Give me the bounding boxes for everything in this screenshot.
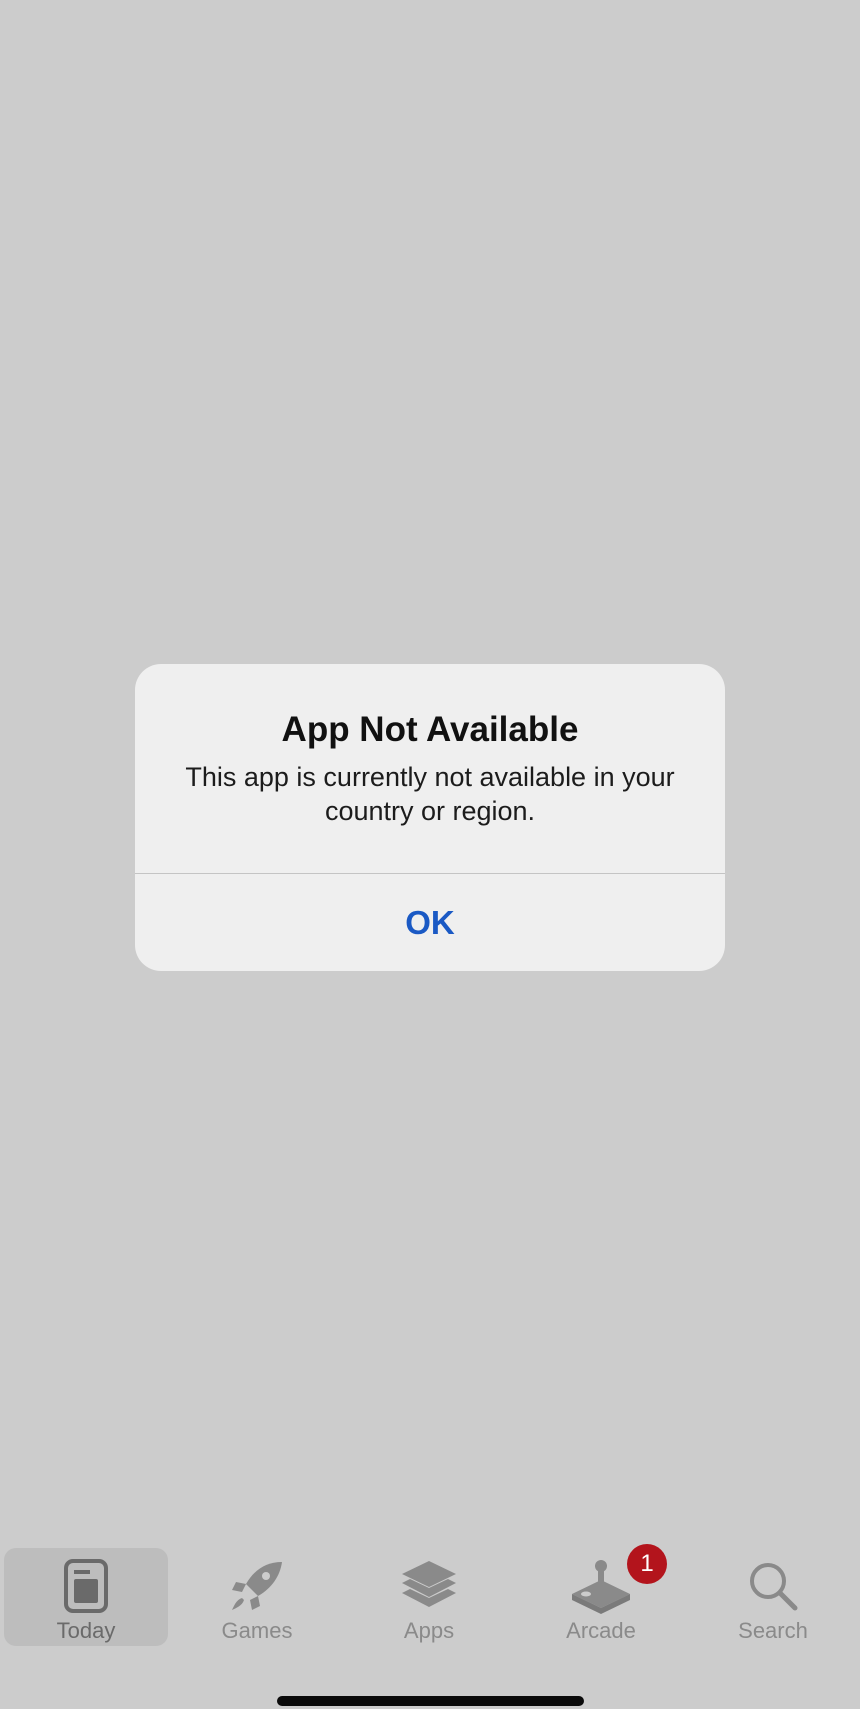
tab-label-arcade: Arcade [566,1618,636,1643]
alert-message: This app is currently not available in y… [185,762,675,826]
tab-games[interactable]: Games [175,1548,339,1646]
tab-label-games: Games [221,1618,293,1643]
today-icon [54,1556,118,1616]
stack-icon [397,1556,461,1616]
search-icon [741,1556,805,1616]
tab-today[interactable]: Today [4,1548,168,1646]
rocket-icon [225,1556,289,1616]
tab-search[interactable]: Search [691,1548,855,1646]
joystick-icon: 1 [569,1544,667,1616]
tab-bar: Today Games Apps 1 Arcade Search [0,1540,860,1660]
tab-arcade[interactable]: 1 Arcade [519,1544,683,1646]
arcade-badge: 1 [627,1544,667,1584]
tab-label-apps: Apps [403,1618,455,1643]
alert-dialog: App Not Available This app is currently … [135,664,725,971]
home-indicator[interactable] [277,1696,584,1706]
tab-apps[interactable]: Apps [347,1548,511,1646]
tab-label-search: Search [738,1618,808,1643]
alert-body: App Not Available This app is currently … [135,664,725,874]
ok-button[interactable]: OK [135,874,725,971]
alert-title: App Not Available [281,710,579,749]
tab-label-today: Today [56,1618,116,1643]
